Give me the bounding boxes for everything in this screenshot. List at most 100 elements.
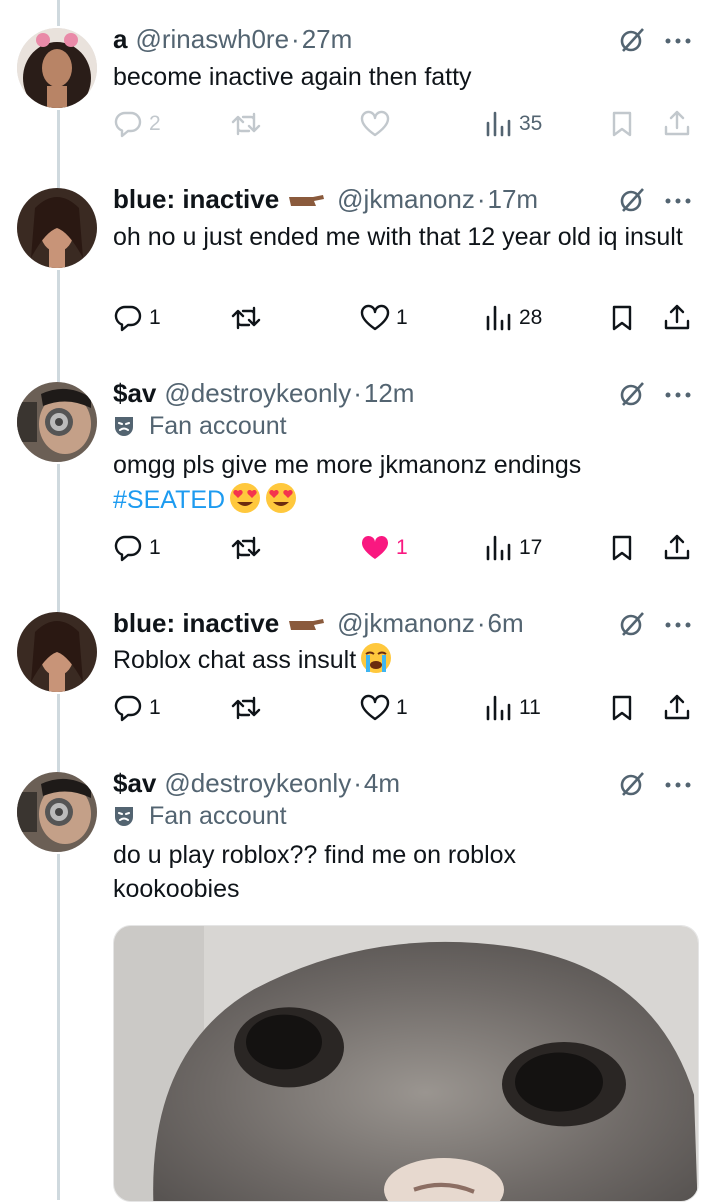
more-icon[interactable] [664,196,692,206]
views-button[interactable]: 35 [483,108,542,140]
more-icon[interactable] [664,390,692,400]
grok-icon[interactable] [618,186,646,214]
retweet-button[interactable] [231,532,267,564]
tweet[interactable]: blue: inactive @jkmanonz · 6m Roblox cha… [0,602,714,762]
heart-eyes-emoji [266,483,297,513]
like-button[interactable]: 1 [360,692,408,724]
bookmark-button[interactable] [607,108,637,140]
reply-button[interactable]: 1 [113,302,161,334]
avatar[interactable] [17,188,97,268]
user-handle[interactable]: @jkmanonz [337,184,475,215]
grok-icon[interactable] [618,380,646,408]
views-icon [486,305,511,331]
timestamp[interactable]: 17m [488,184,539,215]
tweet-header: $av @destroykeonly · 4m [113,766,684,800]
share-icon [664,110,690,136]
display-name[interactable]: blue: inactive [113,184,279,215]
views-count: 35 [519,112,543,135]
separator: · [476,183,486,214]
retweet-icon [231,306,261,330]
user-handle[interactable]: @rinaswh0re [135,24,289,55]
display-name[interactable]: $av [113,378,156,409]
tweet-text: omgg pls give me more jkmanonz endings [113,451,582,479]
reply-button[interactable]: 1 [113,692,161,724]
display-name[interactable]: a [113,24,127,55]
user-handle[interactable]: @destroykeonly [164,768,351,799]
fan-account-text: Fan account [149,802,287,830]
avatar[interactable] [17,28,97,108]
bookmark-icon [612,305,632,331]
views-button[interactable]: 11 [483,692,541,724]
bookmark-button[interactable] [607,302,637,334]
timestamp[interactable]: 6m [488,608,524,639]
grok-icon[interactable] [618,770,646,798]
avatar[interactable] [17,772,97,852]
share-icon [664,304,690,330]
tweet[interactable]: blue: inactive @jkmanonz · 17m oh no u j… [0,170,714,370]
reply-icon [114,695,142,722]
more-icon[interactable] [664,36,692,46]
views-button[interactable]: 17 [483,532,542,564]
views-icon [486,111,511,137]
reply-button[interactable]: 1 [113,532,161,564]
share-icon [664,534,690,560]
avatar[interactable] [17,382,97,462]
share-button[interactable] [662,532,692,564]
tweet-media-image[interactable] [113,925,699,1202]
tweet[interactable]: $av @destroykeonly · 12m Fan account omg… [0,370,714,602]
display-name[interactable]: blue: inactive [113,608,279,639]
heart-icon [360,304,390,331]
tweet-text: do u play roblox?? find me on roblox koo… [113,841,517,903]
bookmark-button[interactable] [607,692,637,724]
avatar[interactable] [17,612,97,692]
user-handle[interactable]: @destroykeonly [164,378,351,409]
timestamp[interactable]: 12m [364,378,415,409]
tweet-text: oh no u just ended me with that 12 year … [113,223,683,251]
reply-count: 1 [149,306,161,329]
bookmark-icon [612,535,632,561]
views-icon [486,535,511,561]
reply-icon [114,305,142,332]
fan-account-text: Fan account [149,412,287,440]
share-button[interactable] [662,302,692,334]
retweet-button[interactable] [231,302,267,334]
like-count: 1 [396,536,408,559]
views-count: 28 [519,306,543,329]
cat-photo [114,926,698,1201]
grok-icon[interactable] [618,610,646,638]
hashtag-link[interactable]: #SEATED [113,486,225,514]
like-button-active[interactable]: 1 [360,532,408,564]
timestamp[interactable]: 27m [302,24,353,55]
bookmark-icon [612,695,632,721]
more-icon[interactable] [664,780,692,790]
user-handle[interactable]: @jkmanonz [337,608,475,639]
theater-mask-icon [115,806,133,826]
tweet-body: omgg pls give me more jkmanonz endings #… [113,448,694,517]
like-button[interactable]: 1 [360,302,408,334]
tweet[interactable]: a @rinaswh0re · 27m become inactive agai… [0,0,714,170]
like-count: 1 [396,696,408,719]
bookmark-button[interactable] [607,532,637,564]
separator: · [353,377,362,408]
views-icon [486,695,511,721]
like-count: 1 [396,306,408,329]
grok-icon[interactable] [618,26,646,54]
share-button[interactable] [662,692,692,724]
retweet-button[interactable] [231,692,267,724]
reply-count: 1 [149,696,161,719]
separator: · [476,607,486,638]
share-icon [664,694,690,720]
tweet-header: a @rinaswh0re · 27m [113,22,684,56]
heart-filled-icon [361,535,389,559]
tweet-header: blue: inactive @jkmanonz · 6m [113,606,684,640]
reply-icon [114,535,142,562]
views-count: 11 [519,696,541,719]
display-name[interactable]: $av [113,768,156,799]
tweet-actions: 1 1 17 [113,532,696,564]
tweet-header: blue: inactive @jkmanonz · 17m [113,182,684,216]
more-icon[interactable] [664,620,692,630]
views-button[interactable]: 28 [483,302,542,334]
reply-count: 1 [149,536,161,559]
share-button[interactable] [662,108,692,140]
timestamp[interactable]: 4m [364,768,400,799]
